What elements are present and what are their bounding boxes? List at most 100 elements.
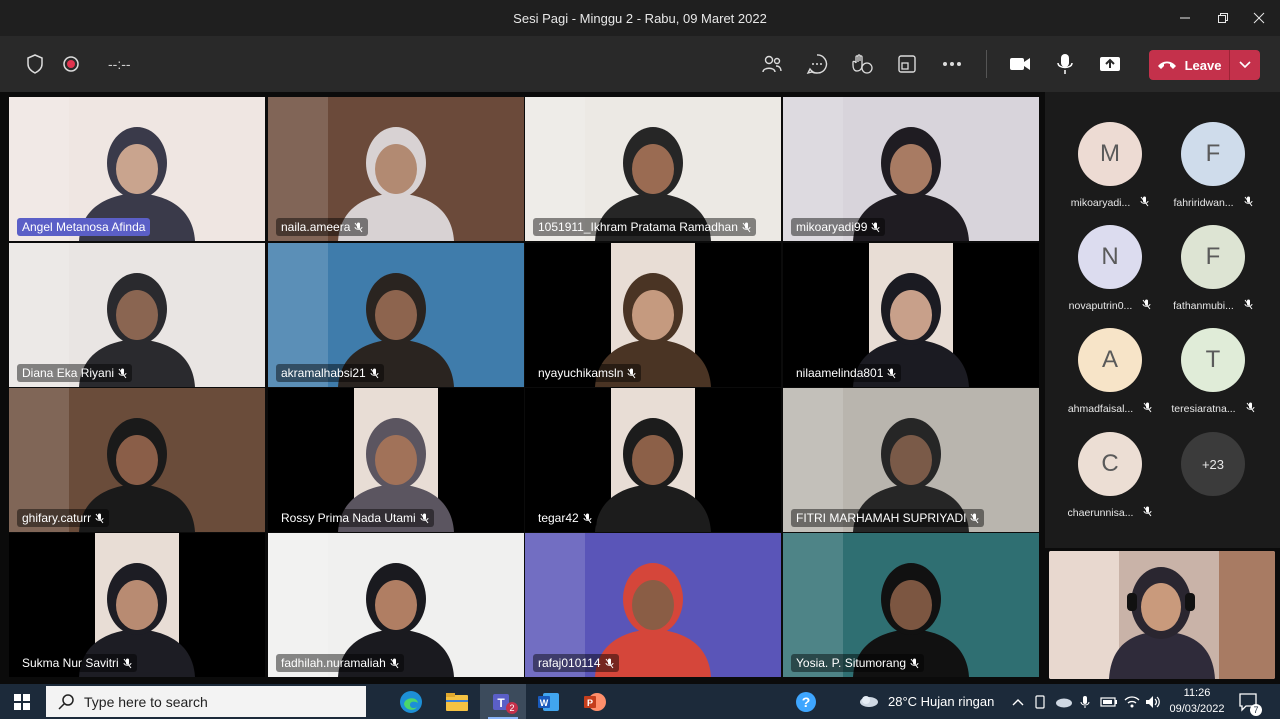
mic-muted-icon: [1244, 299, 1253, 313]
search-placeholder: Type here to search: [84, 693, 208, 710]
taskbar-edge[interactable]: [388, 684, 434, 719]
view-layout-button[interactable]: [896, 53, 918, 75]
participant-video-tile[interactable]: fadhilah.nuramaliah: [268, 533, 524, 677]
participant-name-label: 1051911_Ikhram Pratama Ramadhan: [533, 218, 756, 236]
mic-muted-icon: [370, 368, 379, 379]
participant-video-tile[interactable]: naila.ameera: [268, 97, 524, 241]
avatar: C: [1078, 432, 1142, 496]
participant-video-tile[interactable]: ghifary.caturr: [9, 388, 265, 532]
mic-muted-icon: [970, 513, 979, 524]
participant-gallery: Mmikoaryadi... Ffahriridwan... Nnovaputrin…: [1045, 92, 1280, 548]
more-participants-button[interactable]: +23: [1181, 432, 1245, 496]
tray-microphone-icon[interactable]: [1080, 684, 1090, 719]
shield-icon[interactable]: [24, 53, 46, 75]
participant-name-label: nyayuchikamsln: [533, 364, 642, 382]
chat-button[interactable]: [806, 53, 828, 75]
participant-video-tile[interactable]: Rossy Prima Nada Utami: [268, 388, 524, 532]
participant-video-tile[interactable]: mikoaryadi99: [783, 97, 1039, 241]
participant-name: Diana Eka Riyani: [22, 366, 115, 380]
help-icon[interactable]: ?: [795, 684, 817, 719]
participant-name-label: Sukma Nur Savitri: [17, 654, 137, 672]
participant-video-tile[interactable]: FITRI MARHAMAH SUPRIYADI: [783, 388, 1039, 532]
notification-center-button[interactable]: 7: [1238, 684, 1262, 719]
taskbar-file-explorer[interactable]: [434, 684, 480, 719]
device-icon[interactable]: [1034, 684, 1046, 719]
battery-icon[interactable]: [1100, 684, 1118, 719]
recording-icon: [60, 53, 82, 75]
participant-name-label: nilaamelinda801: [791, 364, 902, 382]
taskbar-powerpoint[interactable]: P: [572, 684, 618, 719]
participant-name-label: naila.ameera: [276, 218, 369, 236]
participant-name-label: Yosia. P. Situmorang: [791, 654, 925, 672]
roster-participant[interactable]: Ffathanmubi...: [1163, 225, 1263, 321]
roster-participant[interactable]: Aahmadfaisal...: [1060, 328, 1160, 424]
participant-name: rafaj010114: [538, 656, 601, 670]
microphone-button[interactable]: [1054, 53, 1076, 75]
weather-widget[interactable]: 28°C Hujan ringan: [858, 684, 994, 719]
roster-name: teresiaratna...: [1171, 403, 1236, 415]
participant-name-label: rafaj010114: [533, 654, 619, 672]
participant-video-tile[interactable]: nilaamelinda801: [783, 243, 1039, 387]
taskbar-search-box[interactable]: Type here to search: [46, 686, 366, 717]
video-grid: Angel Metanosa Afinda naila.ameera 1051911…: [0, 92, 1045, 684]
mic-muted-icon: [123, 658, 132, 669]
participant-video-tile[interactable]: Angel Metanosa Afinda: [9, 97, 265, 241]
participant-name-label: Angel Metanosa Afinda: [17, 218, 151, 236]
wifi-icon[interactable]: [1124, 684, 1140, 719]
participant-name: 1051911_Ikhram Pratama Ramadhan: [538, 220, 738, 234]
avatar: F: [1181, 122, 1245, 186]
participant-video-tile[interactable]: akramalhabsi21: [268, 243, 524, 387]
roster-name-row: mikoaryadi...: [1060, 196, 1160, 210]
share-screen-button[interactable]: [1099, 53, 1121, 75]
leave-label: Leave: [1184, 57, 1222, 73]
participant-video-tile[interactable]: 1051911_Ikhram Pratama Ramadhan: [525, 97, 781, 241]
maximize-button[interactable]: [1204, 0, 1242, 36]
show-hidden-icons-chevron-icon[interactable]: [1012, 684, 1024, 719]
toolbar-separator: [986, 50, 987, 78]
participant-video-tile[interactable]: Yosia. P. Situmorang: [783, 533, 1039, 677]
start-button[interactable]: [0, 684, 44, 719]
folder-icon: [446, 692, 468, 711]
mic-muted-icon: [910, 658, 919, 669]
roster-participant[interactable]: Mmikoaryadi...: [1060, 122, 1160, 218]
roster-participant[interactable]: Tteresiaratna...: [1163, 328, 1263, 424]
taskbar-clock[interactable]: 11:26 09/03/2022: [1168, 685, 1226, 717]
leave-options-chevron-icon[interactable]: [1230, 50, 1260, 80]
roster-participant[interactable]: Nnovaputrin0...: [1060, 225, 1160, 321]
leave-button[interactable]: Leave: [1149, 50, 1260, 80]
taskbar-word[interactable]: W: [526, 684, 572, 719]
more-options-button[interactable]: [941, 53, 963, 75]
participant-name: Rossy Prima Nada Utami: [281, 511, 416, 525]
participant-name: ghifary.caturr: [22, 511, 92, 525]
onedrive-icon[interactable]: [1055, 684, 1073, 719]
participant-name-label: fadhilah.nuramaliah: [276, 654, 404, 672]
leave-main[interactable]: Leave: [1149, 50, 1229, 80]
taskbar-teams[interactable]: T 2: [480, 684, 526, 719]
participant-video-tile[interactable]: tegar42: [525, 388, 781, 532]
windows-logo-icon: [14, 693, 30, 710]
weather-text: 28°C Hujan ringan: [888, 694, 995, 709]
participant-video-tile[interactable]: Diana Eka Riyani: [9, 243, 265, 387]
window-title: Sesi Pagi - Minggu 2 - Rabu, 09 Maret 20…: [513, 10, 767, 26]
minimize-button[interactable]: [1166, 0, 1204, 36]
participant-video-tile[interactable]: rafaj010114: [525, 533, 781, 677]
mic-muted-icon: [871, 222, 880, 233]
volume-icon[interactable]: [1145, 684, 1161, 719]
participant-name-label: FITRI MARHAMAH SUPRIYADI: [791, 509, 985, 527]
mic-muted-icon: [1140, 196, 1149, 210]
roster-participant[interactable]: Cchaerunnisa...: [1060, 432, 1160, 528]
participant-video-tile[interactable]: nyayuchikamsln: [525, 243, 781, 387]
participant-video-tile[interactable]: Sukma Nur Savitri: [9, 533, 265, 677]
roster-name-row: teresiaratna...: [1163, 402, 1263, 416]
reactions-button[interactable]: [851, 53, 873, 75]
close-window-button[interactable]: [1240, 0, 1278, 36]
svg-text:W: W: [540, 698, 549, 708]
powerpoint-icon: P: [584, 692, 606, 711]
roster-name-row: ahmadfaisal...: [1060, 402, 1160, 416]
avatar: N: [1078, 225, 1142, 289]
camera-button[interactable]: [1009, 53, 1031, 75]
roster-participant[interactable]: Ffahriridwan...: [1163, 122, 1263, 218]
participants-button[interactable]: [761, 53, 783, 75]
avatar: A: [1078, 328, 1142, 392]
windows-taskbar: Type here to search T 2 W P ? 28°C Hujan…: [0, 684, 1280, 719]
